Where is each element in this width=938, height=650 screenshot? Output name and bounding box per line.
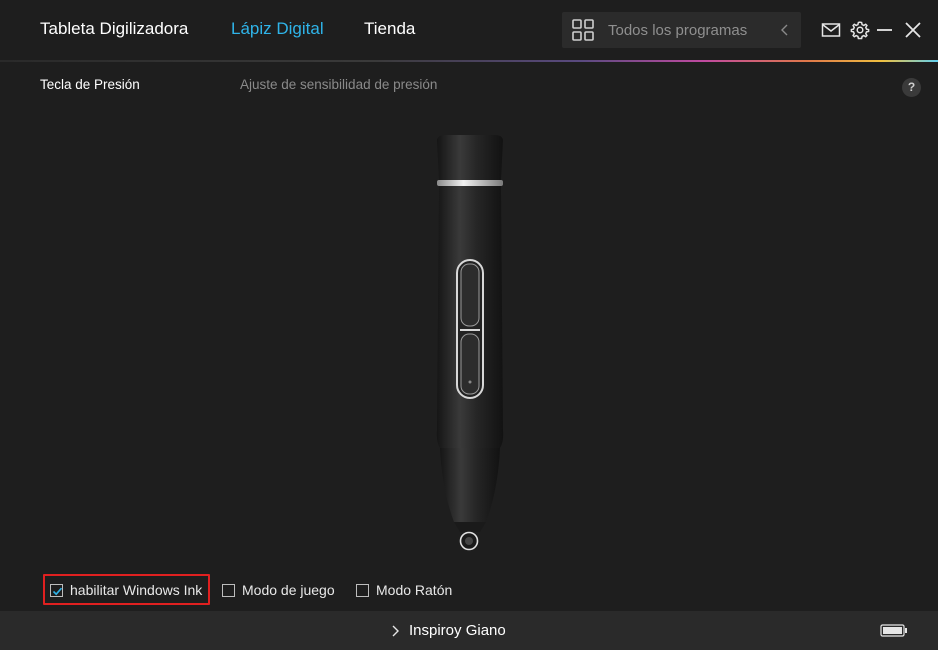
grid-icon <box>572 19 594 41</box>
subtab-sensibilidad-presion[interactable]: Ajuste de sensibilidad de presión <box>240 77 437 92</box>
game-mode-label: Modo de juego <box>242 582 335 598</box>
tab-tableta-digitalizadora[interactable]: Tableta Digilizadora <box>40 19 188 39</box>
gear-icon[interactable] <box>850 20 870 40</box>
mouse-mode-option[interactable]: Modo Ratón <box>356 580 452 600</box>
tab-lapiz-digital[interactable]: Lápiz Digital <box>231 19 324 39</box>
top-bar: Tableta Digilizadora Lápiz Digital Tiend… <box>0 0 938 60</box>
mouse-mode-label: Modo Ratón <box>376 582 453 598</box>
game-mode-option[interactable]: Modo de juego <box>222 580 335 600</box>
digital-pen-illustration <box>436 135 504 551</box>
windows-ink-option[interactable]: habilitar Windows Ink <box>50 580 202 600</box>
checkmark-icon <box>52 587 63 595</box>
minimize-icon[interactable] <box>875 20 895 40</box>
close-icon[interactable] <box>903 20 923 40</box>
tab-tienda[interactable]: Tienda <box>364 19 415 39</box>
device-selector[interactable]: Inspiroy Giano <box>390 622 506 639</box>
subtab-tecla-de-presion[interactable]: Tecla de Presión <box>40 77 140 92</box>
battery-icon <box>880 624 907 637</box>
help-button[interactable]: ? <box>902 78 921 97</box>
device-name: Inspiroy Giano <box>409 622 506 639</box>
windows-ink-label: habilitar Windows Ink <box>70 582 203 598</box>
mouse-mode-checkbox[interactable] <box>356 583 369 597</box>
accent-divider <box>0 60 938 62</box>
chevron-left-icon[interactable] <box>779 23 791 37</box>
status-bar: Inspiroy Giano <box>0 611 938 650</box>
game-mode-checkbox[interactable] <box>222 583 235 597</box>
chevron-right-icon <box>392 625 399 636</box>
program-selector-value: Todos los programas <box>608 22 748 39</box>
mail-icon[interactable] <box>821 20 841 40</box>
program-selector[interactable]: Todos los programas <box>562 12 801 48</box>
windows-ink-checkbox[interactable] <box>50 583 63 597</box>
